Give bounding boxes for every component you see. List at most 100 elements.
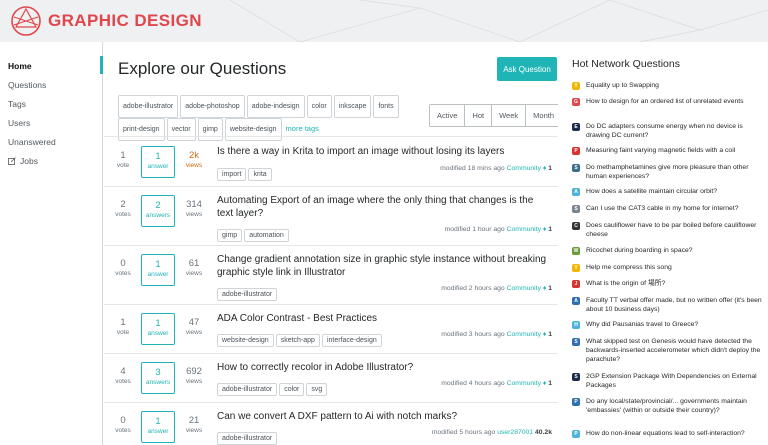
hot-network-question-link[interactable]: Why did Pausanias travel to Greece? — [586, 320, 698, 329]
question-title[interactable]: Can we convert A DXF pattern to Ai with … — [217, 410, 552, 423]
site-icon: P — [572, 430, 580, 438]
nav-item-tags[interactable]: Tags — [8, 99, 26, 109]
question-row: 0 votes 1 answer 21 views Can we convert A … — [104, 402, 558, 445]
hot-network-question-link[interactable]: Does cauliflower have to be par boiled b… — [586, 221, 764, 239]
tag[interactable]: automation — [244, 229, 289, 242]
tag[interactable]: import — [217, 168, 247, 181]
hot-network-item[interactable]: A How does a satellite maintain circular … — [572, 187, 764, 196]
filter-month[interactable]: Month — [526, 105, 562, 126]
question-title[interactable]: ADA Color Contrast - Best Practices — [217, 312, 552, 325]
tag[interactable]: color — [306, 95, 332, 118]
user-link[interactable]: Community ♦ — [507, 226, 547, 233]
main-content: Explore our Questions Ask Question adobe… — [104, 42, 563, 445]
hot-network-question-link[interactable]: Faculty TT verbal offer made, but no wri… — [586, 296, 764, 314]
tag[interactable]: interface-design — [321, 334, 382, 347]
tag[interactable]: adobe-illustrator — [217, 432, 278, 445]
hot-network-item[interactable]: E Do DC adapters consume energy when no d… — [572, 122, 764, 140]
hot-network-question-link[interactable]: How does a satellite maintain circular o… — [586, 187, 717, 196]
tag[interactable]: website-design — [217, 334, 274, 347]
user-link[interactable]: Community ♦ — [507, 331, 547, 338]
question-row: 1 vote 1 answer 2k views Is there a way in … — [104, 136, 558, 186]
vote-count: 1 vote — [116, 317, 130, 336]
tag[interactable]: inkscape — [333, 95, 372, 118]
hot-network-question-link[interactable]: What is the origin of 場所? — [586, 279, 665, 288]
nav-item-jobs[interactable]: Jobs — [8, 156, 38, 166]
site-icon: S — [572, 338, 580, 346]
hot-network-question-link[interactable]: Help me compress this song — [586, 263, 672, 272]
hot-network-question-link[interactable]: Can I use the CAT3 cable in my home for … — [586, 204, 739, 213]
hot-network-item[interactable]: S Do methamphetamines give more pleasure … — [572, 163, 764, 181]
more-tags-link[interactable]: more tags — [286, 124, 319, 133]
hot-network-item[interactable]: C Does cauliflower have to be par boiled … — [572, 221, 764, 239]
hot-network-question-link[interactable]: Measuring faint varying magnetic fields … — [586, 146, 735, 155]
tag[interactable]: adobe-illustrator — [118, 95, 179, 118]
hot-network-item[interactable]: H Why did Pausanias travel to Greece? — [572, 320, 764, 329]
filter-hot[interactable]: Hot — [465, 105, 493, 126]
hot-network-item[interactable]: S What skipped test on Genesis would have… — [572, 337, 764, 364]
hot-network-item[interactable]: P How do non-linear equations lead to sel… — [572, 429, 764, 438]
nav-item-home[interactable]: Home — [8, 61, 32, 71]
modified-time[interactable]: modified 5 hours ago — [432, 429, 495, 436]
tag[interactable]: sketch-app — [275, 334, 320, 347]
question-title[interactable]: Change gradient annotation size in graph… — [217, 253, 552, 279]
hot-network-question-link[interactable]: Do DC adapters consume energy when no de… — [586, 122, 764, 140]
hot-network-question-link[interactable]: Ricochet during boarding in space? — [586, 246, 693, 255]
tag[interactable]: krita — [248, 168, 272, 181]
site-icon: A — [572, 188, 580, 196]
hot-network-question-link[interactable]: Do any local/state/provincial/... govern… — [586, 397, 764, 415]
site-logo[interactable]: GRAPHIC DESIGN — [10, 5, 202, 37]
nav-item-users[interactable]: Users — [8, 118, 30, 128]
hot-network-item[interactable]: P Do any local/state/provincial/... gover… — [572, 397, 764, 415]
modified-time[interactable]: modified 1 hour ago — [445, 226, 505, 233]
tag[interactable]: color — [279, 383, 305, 396]
nav-item-questions[interactable]: Questions — [8, 80, 46, 90]
hot-network-item[interactable]: S Can I use the CAT3 cable in my home for… — [572, 204, 764, 213]
view-count: 314 views — [185, 199, 203, 218]
hot-network-item[interactable]: W Ricochet during boarding in space? — [572, 246, 764, 255]
ask-question-button[interactable]: Ask Question — [497, 57, 557, 81]
hot-network-item[interactable]: A Faculty TT verbal offer made, but no wr… — [572, 296, 764, 314]
popular-tags: adobe-illustrator adobe-photoshop adobe-in… — [118, 95, 408, 141]
hot-network-question-link[interactable]: What skipped test on Genesis would have … — [586, 337, 764, 364]
tag[interactable]: adobe-illustrator — [217, 288, 278, 301]
hot-network-question-link[interactable]: Do methamphetamines give more pleasure t… — [586, 163, 764, 181]
nav-item-label: Home — [8, 61, 32, 71]
tag[interactable]: adobe-indesign — [246, 95, 305, 118]
hot-network-question-link[interactable]: How to design for an ordered list of unr… — [586, 97, 744, 106]
hot-network-item[interactable]: P Measuring faint varying magnetic fields… — [572, 146, 764, 155]
tag[interactable]: gimp — [217, 229, 243, 242]
site-icon: E — [572, 123, 580, 131]
filter-week[interactable]: Week — [492, 105, 527, 126]
answer-count: 3 answers — [141, 362, 175, 394]
hot-network-item[interactable]: Y Equality up to Swapping — [572, 81, 764, 90]
user-link[interactable]: Community ♦ — [507, 285, 547, 292]
hot-network-item[interactable]: G How to design for an ordered list of un… — [572, 97, 764, 106]
tag[interactable]: fonts — [373, 95, 399, 118]
hot-network-item[interactable]: J What is the origin of 場所? — [572, 279, 764, 288]
answer-count: 1 answer — [141, 411, 175, 443]
hot-network-question-link[interactable]: 2GP Extension Package With Dependencies … — [586, 372, 764, 390]
user-reputation: 1 — [548, 226, 552, 233]
hot-network-question-link[interactable]: How do non-linear equations lead to self… — [586, 429, 745, 438]
tag[interactable]: svg — [306, 383, 328, 396]
nav-active-indicator — [100, 56, 103, 74]
question-title[interactable]: Automating Export of an image where the … — [217, 194, 552, 220]
site-icon: C — [572, 222, 580, 230]
user-link[interactable]: Community ♦ — [507, 165, 547, 172]
user-link[interactable]: user287001 — [497, 429, 533, 436]
hot-network-item[interactable]: Y Help me compress this song — [572, 263, 764, 272]
modified-time[interactable]: modified 3 hours ago — [441, 331, 504, 338]
user-link[interactable]: Community ♦ — [507, 380, 547, 387]
modified-time[interactable]: modified 2 hours ago — [441, 285, 504, 292]
hot-network-question-link[interactable]: Equality up to Swapping — [586, 81, 659, 90]
filter-active[interactable]: Active — [430, 105, 466, 126]
tag[interactable]: adobe-illustrator — [217, 383, 278, 396]
modified-time[interactable]: modified 18 mins ago — [440, 165, 505, 172]
question-title[interactable]: How to correctly recolor in Adobe Illust… — [217, 361, 552, 374]
nav-item-unanswered[interactable]: Unanswered — [8, 137, 56, 147]
hot-network-item[interactable]: S 2GP Extension Package With Dependencies… — [572, 372, 764, 390]
tag[interactable]: adobe-photoshop — [180, 95, 245, 118]
modified-time[interactable]: modified 4 hours ago — [441, 380, 504, 387]
view-count: 61 views — [185, 258, 203, 277]
question-title[interactable]: Is there a way in Krita to import an ima… — [217, 145, 552, 158]
